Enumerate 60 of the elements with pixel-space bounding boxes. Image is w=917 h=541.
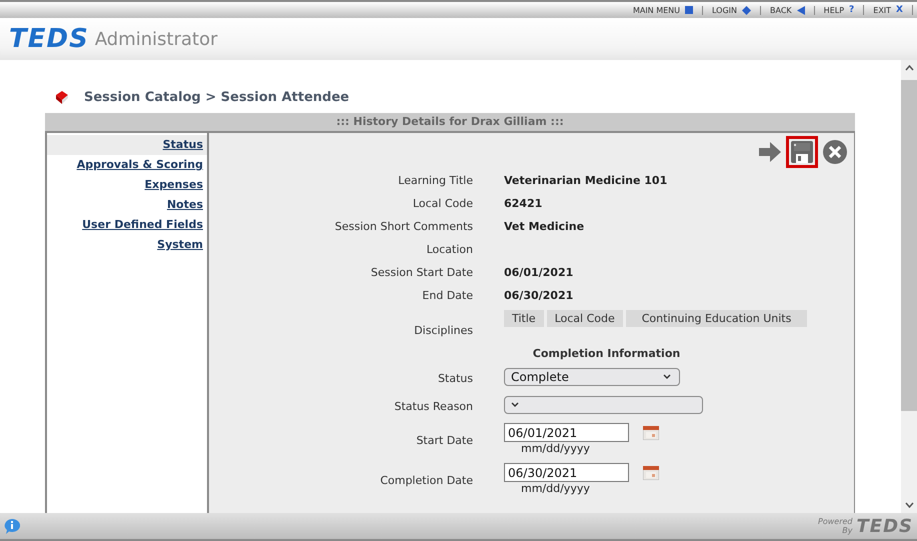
field-value: 06/30/2021	[504, 289, 574, 302]
menu-link[interactable]: BACK	[761, 6, 815, 14]
right-arrow-icon[interactable]	[759, 142, 781, 162]
field-value: 62421	[504, 197, 542, 210]
close-icon: X	[896, 5, 903, 15]
column-header: Continuing Education Units	[626, 310, 808, 327]
menu-link[interactable]: LOGIN	[703, 6, 762, 14]
dropdown[interactable]	[504, 396, 703, 414]
field-label: Session Short Comments	[334, 219, 473, 235]
dropdown[interactable]: Complete	[504, 368, 680, 386]
field-label: Learning Title	[397, 173, 473, 189]
app-title: Administrator	[94, 28, 218, 50]
section-heading: Completion Information	[532, 347, 680, 360]
save-icon[interactable]	[791, 141, 813, 163]
footer-logo: TEDS	[856, 516, 913, 536]
field-label: Completion Date	[379, 472, 473, 488]
panel-title: ::: History Details for Drax Gilliam :::	[45, 113, 855, 133]
menu-link[interactable]: EXIT X	[864, 5, 913, 15]
calendar-icon[interactable]	[643, 426, 659, 440]
left-triangle-icon	[796, 6, 805, 14]
diamond-icon	[742, 6, 752, 14]
field-label: Session Start Date	[370, 265, 473, 281]
nav-link[interactable]: Notes	[47, 195, 207, 215]
nav-link[interactable]: User Defined Fields	[47, 215, 207, 235]
square-icon	[685, 6, 693, 14]
calendar-icon[interactable]	[643, 466, 659, 480]
help-icon: ?	[849, 5, 854, 15]
date-field[interactable]: 06/30/2021	[504, 463, 629, 482]
chevron-down-icon	[511, 402, 519, 408]
menu-link[interactable]: MAIN MENU	[624, 6, 703, 14]
nav-link[interactable]: System	[47, 235, 207, 255]
scroll-up-icon[interactable]	[904, 65, 914, 71]
breadcrumb: Session Catalog > Session Attendee	[84, 90, 350, 105]
field-value: Vet Medicine	[504, 220, 584, 233]
field-label: End Date	[421, 288, 473, 304]
field-label: Disciplines	[413, 323, 473, 337]
field-label: Local Code	[412, 196, 473, 212]
date-field[interactable]: 06/01/2021	[504, 423, 629, 442]
field-label: Status Reason	[393, 398, 473, 414]
close-icon[interactable]	[823, 140, 847, 164]
nav-link[interactable]: Expenses	[47, 175, 207, 195]
field-label: Status	[436, 370, 473, 386]
nav-link[interactable]: Approvals & Scoring	[47, 155, 207, 175]
menu-link[interactable]: HELP ?	[814, 5, 864, 15]
book-icon	[54, 91, 68, 104]
date-format-hint: mm/dd/yyyy	[520, 482, 591, 495]
field-label: Location	[425, 242, 473, 258]
powered-by-text: Powered By	[818, 517, 853, 535]
chevron-down-icon	[663, 374, 671, 380]
scroll-down-icon[interactable]	[904, 502, 914, 508]
column-header: Local Code	[546, 310, 623, 327]
date-format-hint: mm/dd/yyyy	[520, 442, 591, 455]
field-value: 06/01/2021	[504, 266, 574, 279]
info-icon[interactable]	[4, 518, 20, 534]
column-header: Title	[504, 310, 544, 327]
nav-link[interactable]: Status	[47, 135, 207, 155]
scrollbar-thumb[interactable]	[901, 80, 917, 411]
field-value: Veterinarian Medicine 101	[504, 174, 668, 187]
logo: TEDS	[9, 24, 89, 54]
field-label: Start Date	[415, 432, 473, 448]
